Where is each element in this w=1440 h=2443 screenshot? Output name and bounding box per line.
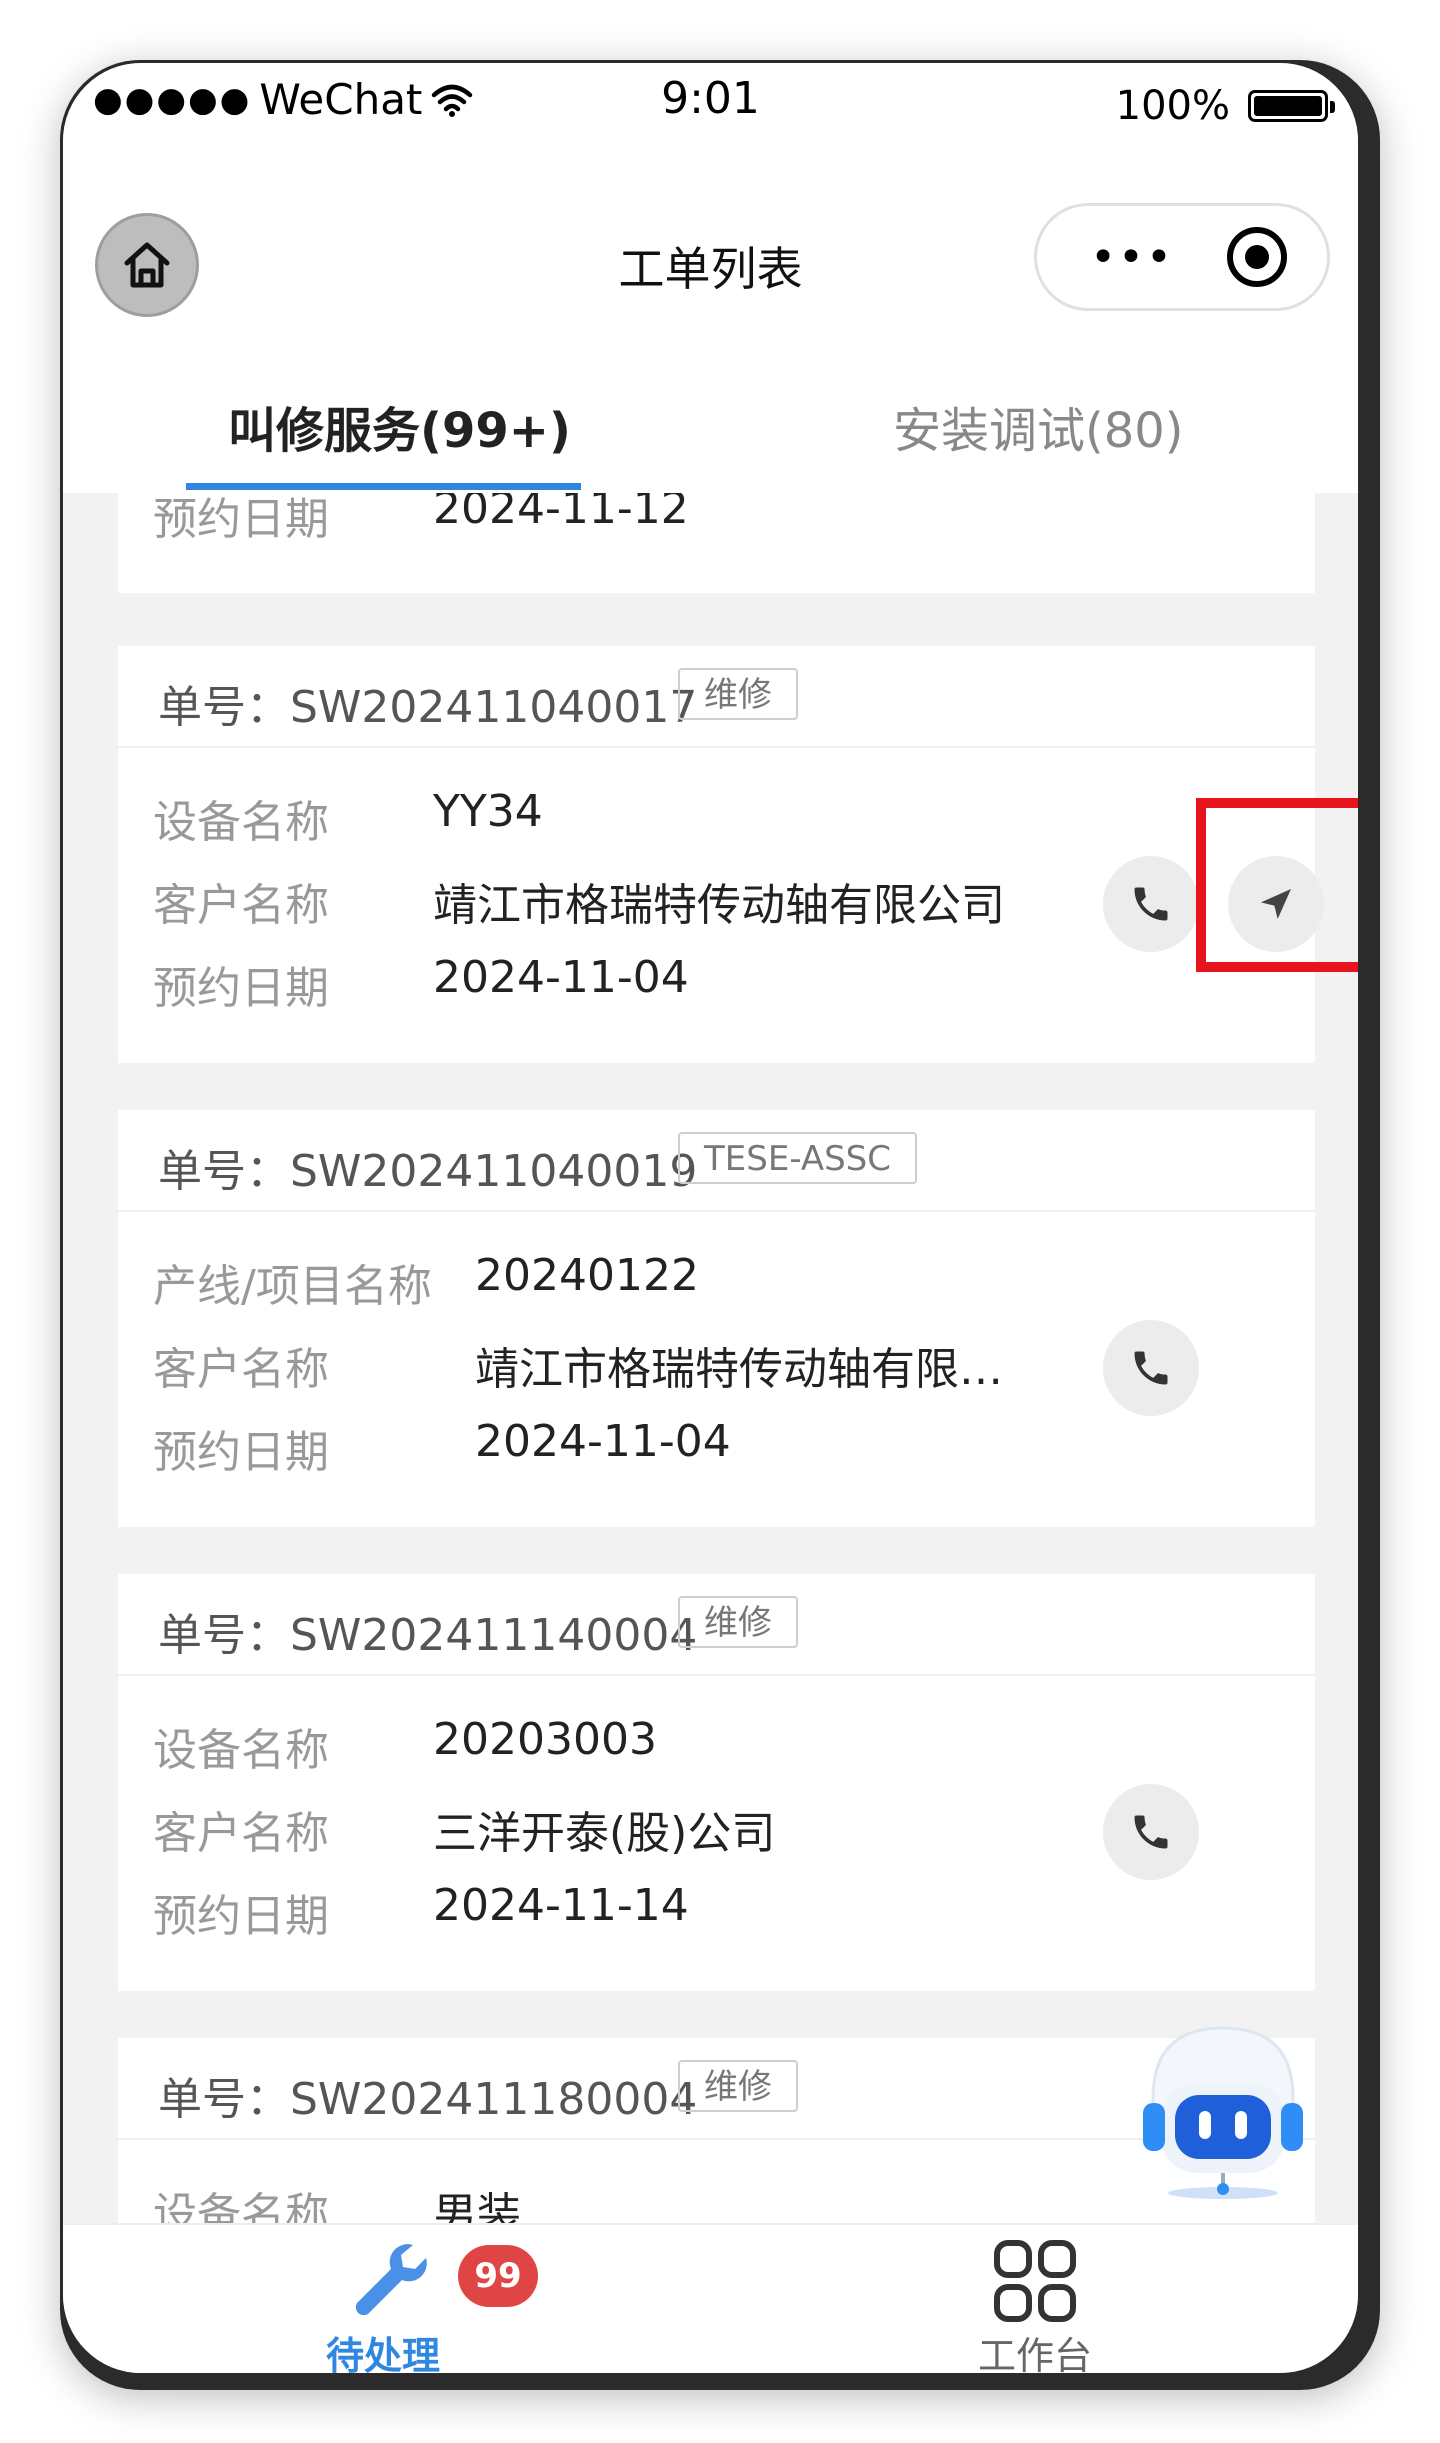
tab-repair-service[interactable]: 叫修服务(99+) — [228, 391, 571, 461]
order-card-partial[interactable]: 预约日期 2024-11-12 — [118, 493, 1315, 593]
highlight-box — [1196, 798, 1358, 972]
order-number: 单号：SW202411040017 — [158, 682, 698, 733]
field-value: 2024-11-14 — [433, 1880, 689, 1931]
order-card[interactable]: 单号：SW202411040019 TESE-ASSC 产线/项目名称 2024… — [118, 1110, 1315, 1527]
field-value: YY34 — [433, 786, 543, 837]
order-type-tag: 维修 — [678, 668, 798, 720]
field-value: 靖江市格瑞特传动轴有限公司 — [433, 880, 1005, 931]
order-number: 单号：SW202411040019 — [158, 1146, 698, 1197]
order-list[interactable]: 预约日期 2024-11-12 单号：SW202411040017 维修 设备名… — [63, 493, 1358, 2243]
phone-icon — [1134, 1815, 1168, 1849]
tab-workbench-label: 工作台 — [977, 2334, 1092, 2373]
order-type-tag: TESE-ASSC — [678, 1132, 917, 1184]
card-header: 单号：SW202411040019 TESE-ASSC — [118, 1110, 1315, 1212]
bottom-tab-bar: 99 待处理 工作台 — [63, 2223, 1358, 2373]
call-button[interactable] — [1103, 1784, 1199, 1880]
tab-install-debug[interactable]: 安装调试(80) — [893, 391, 1184, 461]
tab-pending-label: 待处理 — [325, 2334, 440, 2373]
order-card[interactable]: 单号：SW202411040017 维修 设备名称 YY34 客户名称 靖江市格… — [118, 646, 1358, 1063]
field-row: 预约日期 2024-11-04 — [153, 1416, 731, 1480]
phone-icon — [1134, 887, 1168, 921]
more-menu-button[interactable]: ••• — [1037, 232, 1227, 283]
battery-icon — [1248, 90, 1335, 122]
call-button[interactable] — [1103, 856, 1199, 952]
field-label: 设备名称 — [153, 1725, 329, 1776]
tab-workbench[interactable]: 工作台 — [703, 2225, 1343, 2373]
field-row: 客户名称 靖江市格瑞特传动轴有限… — [153, 1333, 1003, 1397]
battery-percent: 100% — [1115, 83, 1230, 129]
card-header: 单号：SW202411040017 维修 — [118, 646, 1315, 748]
field-label: 客户名称 — [153, 1344, 329, 1395]
field-label: 产线/项目名称 — [153, 1261, 432, 1312]
field-label: 客户名称 — [153, 880, 329, 931]
tab-pending[interactable]: 99 待处理 — [63, 2225, 703, 2373]
field-row: 产线/项目名称 20240122 — [153, 1250, 699, 1314]
field-row: 预约日期 2024-11-04 — [153, 952, 689, 1016]
field-value: 靖江市格瑞特传动轴有限… — [475, 1344, 1003, 1395]
wrench-icon — [355, 2244, 427, 2316]
field-value: 2024-11-04 — [475, 1416, 731, 1467]
field-row: 客户名称 三洋开泰(股)公司 — [153, 1797, 775, 1861]
nav-bar: 工单列表 ••• — [63, 153, 1358, 345]
call-button[interactable] — [1103, 1320, 1199, 1416]
order-type-tag: 维修 — [678, 2060, 798, 2112]
field-label: 客户名称 — [153, 1808, 329, 1859]
service-tabs: 叫修服务(99+) 安装调试(80) — [63, 343, 1358, 493]
field-row: 客户名称 靖江市格瑞特传动轴有限公司 — [153, 869, 1005, 933]
field-value: 2024-11-04 — [433, 952, 689, 1003]
order-number: 单号：SW202411180004 — [158, 2074, 698, 2125]
order-card[interactable]: 单号：SW202411140004 维修 设备名称 20203003 客户名称 … — [118, 1574, 1315, 1991]
field-label: 预约日期 — [153, 1427, 329, 1478]
field-label: 预约日期 — [153, 1891, 329, 1942]
field-label: 预约日期 — [153, 963, 329, 1014]
field-value: 2024-11-12 — [433, 493, 689, 534]
field-value: 20203003 — [433, 1714, 657, 1765]
field-row: 预约日期 2024-11-14 — [153, 1880, 689, 1944]
field-row: 预约日期 2024-11-12 — [153, 493, 689, 547]
field-value: 三洋开泰(股)公司 — [433, 1808, 776, 1859]
phone-frame: ●●●●● WeChat 9:01 100% 工单列表 ••• 叫修服务(99+… — [60, 60, 1380, 2390]
pending-count-badge: 99 — [458, 2245, 538, 2307]
order-number: 单号：SW202411140004 — [158, 1610, 698, 1661]
card-header: 单号：SW202411140004 维修 — [118, 1574, 1315, 1676]
order-type-tag: 维修 — [678, 1596, 798, 1648]
app-screen: ●●●●● WeChat 9:01 100% 工单列表 ••• 叫修服务(99+… — [63, 63, 1358, 2373]
field-value: 20240122 — [475, 1250, 699, 1301]
status-bar: ●●●●● WeChat 9:01 100% — [63, 63, 1358, 153]
battery-status: 100% — [1115, 83, 1335, 129]
grid-apps-icon — [994, 2240, 1076, 2322]
phone-icon — [1134, 1351, 1168, 1385]
field-row: 设备名称 YY34 — [153, 786, 543, 850]
field-row: 设备名称 20203003 — [153, 1714, 657, 1778]
field-label: 预约日期 — [153, 494, 329, 545]
field-label: 设备名称 — [153, 797, 329, 848]
ai-assistant-robot-icon[interactable] — [1123, 2003, 1323, 2203]
active-tab-indicator — [186, 483, 581, 490]
mini-program-capsule: ••• — [1034, 203, 1330, 311]
close-miniprogram-icon[interactable] — [1227, 227, 1287, 287]
